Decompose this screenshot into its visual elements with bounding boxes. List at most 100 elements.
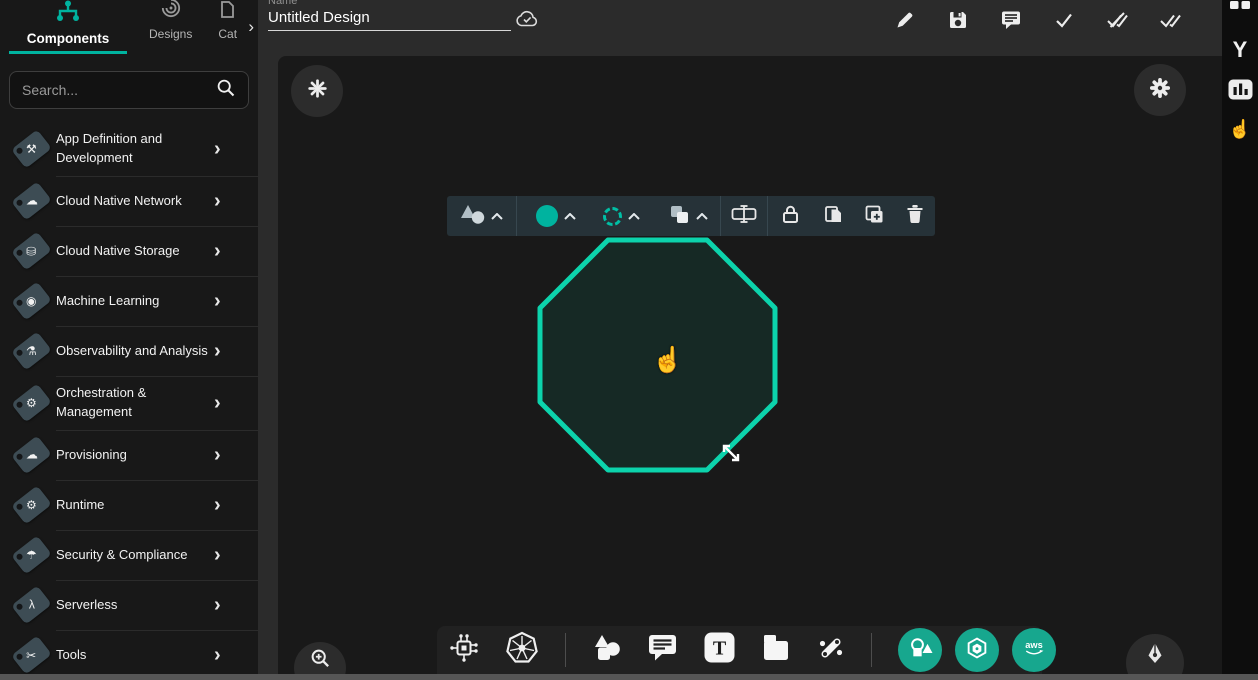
save-icon[interactable] [948,10,968,30]
note-tool[interactable] [761,634,791,666]
svg-text:aws: aws [1025,640,1043,650]
freeze-layout-button[interactable] [291,65,343,117]
deploy-double-check-icon[interactable] [1160,10,1180,30]
comment-icon[interactable] [1001,10,1021,30]
chevron-right-icon: › [214,341,221,361]
bar-chart-icon[interactable] [1228,79,1253,105]
gear-icon [1149,77,1171,104]
tab-components-label: Components [27,31,110,46]
search-icon[interactable] [216,78,236,103]
chevron-right-icon: › [214,191,221,211]
sidebar-item-machine-learning[interactable]: ◉ Machine Learning › [0,276,258,326]
sidebar-item-cloud-native-storage[interactable]: ⛁ Cloud Native Storage › [0,226,258,276]
panel-partial-icon[interactable] [1230,0,1250,15]
kubernetes-helm-icon [505,631,539,670]
layers-icon [668,203,690,230]
fill-color-button[interactable] [523,205,589,227]
app-definition-tag-icon: ⚒ [11,129,52,168]
chevron-right-icon: › [214,595,221,615]
tabs-overflow-chevron-icon[interactable]: › [248,18,254,35]
shapes-library-icon [905,633,935,668]
serverless-tag-icon: λ [11,585,52,624]
copy-button[interactable] [812,204,853,229]
orchestration-tag-icon: ⚙ [11,383,52,422]
stroke-color-button[interactable] [589,207,655,226]
shapes-tool[interactable] [592,634,622,667]
catalog-page-icon [220,1,235,23]
designs-swirl-icon [161,0,181,23]
layers-button[interactable] [655,203,721,230]
chevron-right-icon: › [214,393,221,413]
kubernetes-tool[interactable] [505,631,539,670]
right-tool-rail: Y ☝ [1222,0,1258,680]
components-network-icon [55,0,81,28]
component-search[interactable] [9,71,249,109]
provisioning-tag-icon: ☁ [11,435,52,474]
network-tag-icon: ☁ [11,181,52,220]
edit-pencil-icon[interactable] [895,10,915,30]
sidebar-item-app-definition[interactable]: ⚒ App Definition and Development › [0,122,258,176]
design-name-input[interactable] [268,9,511,31]
duplicate-button[interactable] [853,204,894,229]
connection-link-icon [817,634,845,667]
design-workspace: Name [258,0,1222,680]
sidebar-tab-bar: Components Designs Cat › [0,0,258,54]
bottom-edge-strip [0,674,1258,680]
sidebar-item-serverless[interactable]: λ Serverless › [0,580,258,630]
y-split-icon[interactable]: Y [1233,37,1248,63]
sidebar-item-cloud-native-network[interactable]: ☁ Cloud Native Network › [0,176,258,226]
zoom-in-icon [310,648,331,674]
zoom-in-button[interactable] [294,642,346,674]
search-input[interactable] [22,82,216,98]
delete-button[interactable] [894,204,935,229]
shape-picker-button[interactable] [447,203,516,230]
tab-designs[interactable]: Designs [149,0,192,54]
stroke-color-swatch [603,207,622,226]
cloud-saved-icon [514,8,541,36]
header-action-bar [895,10,1180,30]
duplicate-plus-icon [864,204,884,229]
aws-library-button[interactable]: aws [1012,628,1056,672]
design-name-group: Name [268,0,511,31]
sidebar-item-tools[interactable]: ✂ Tools › [0,630,258,680]
rename-button[interactable] [721,204,767,229]
sidebar-item-observability[interactable]: ⚗ Observability and Analysis › [0,326,258,376]
comment-tool[interactable] [648,634,678,666]
hexagon-library-button[interactable] [955,628,999,672]
snowflake-icon [308,79,327,103]
component-chip-tool[interactable] [449,633,479,668]
storage-tag-icon: ⛁ [11,231,52,270]
sticky-note-icon [761,634,791,666]
shapes-icon [459,203,485,230]
toolbar-divider [516,196,517,236]
design-canvas[interactable]: ☝ [278,56,1222,674]
tab-components[interactable]: Components [9,0,127,54]
sidebar-item-security[interactable]: ☂ Security & Compliance › [0,530,258,580]
runtime-tag-icon: ⚙ [11,485,52,524]
meshery-shapes-library-button[interactable] [898,628,942,672]
chevron-right-icon: › [214,545,221,565]
validate-check-icon[interactable] [1054,10,1074,30]
touch-hand-icon[interactable]: ☝ [1229,119,1251,140]
double-check-slash-icon[interactable] [1107,10,1127,30]
sidebar-item-runtime[interactable]: ⚙ Runtime › [0,480,258,530]
pen-tool-button[interactable] [1126,634,1184,674]
chip-circuit-icon [449,633,479,668]
chevron-up-icon [491,207,503,225]
name-field-label: Name [268,0,511,7]
text-tool-icon: T [704,632,735,668]
tab-catalog[interactable]: Cat [218,1,237,54]
canvas-settings-button[interactable] [1134,64,1186,116]
dock-divider [871,633,872,667]
security-tag-icon: ☂ [11,535,52,574]
lock-button[interactable] [768,204,812,229]
shape-context-toolbar [447,196,935,236]
text-tool[interactable]: T [704,632,735,668]
shapes-icon [592,634,622,667]
sidebar-item-provisioning[interactable]: ☁ Provisioning › [0,430,258,480]
tool-dock: T [437,626,1042,674]
dock-divider [565,633,566,667]
hexagon-icon [961,632,993,669]
sidebar-item-orchestration[interactable]: ⚙ Orchestration & Management › [0,376,258,430]
link-tool[interactable] [817,634,845,667]
